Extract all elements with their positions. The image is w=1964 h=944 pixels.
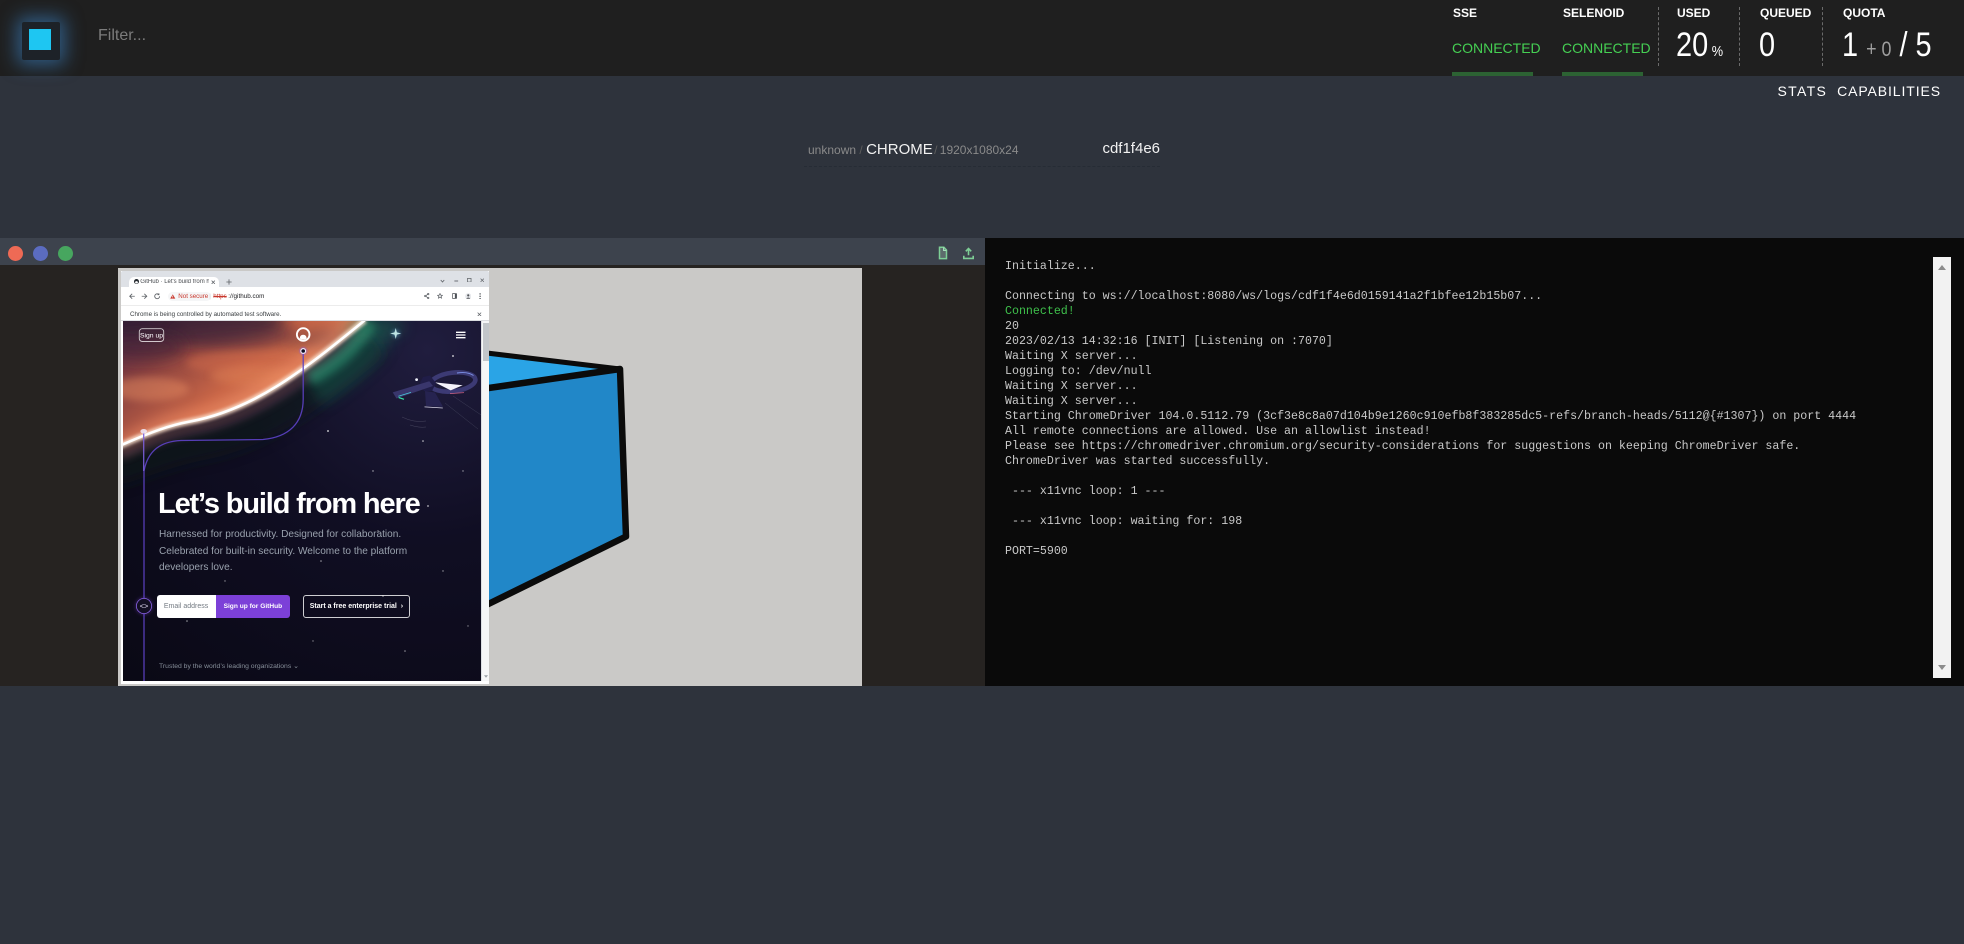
svg-text:Sign up: Sign up <box>140 333 163 340</box>
svg-text:<>: <> <box>140 602 149 611</box>
